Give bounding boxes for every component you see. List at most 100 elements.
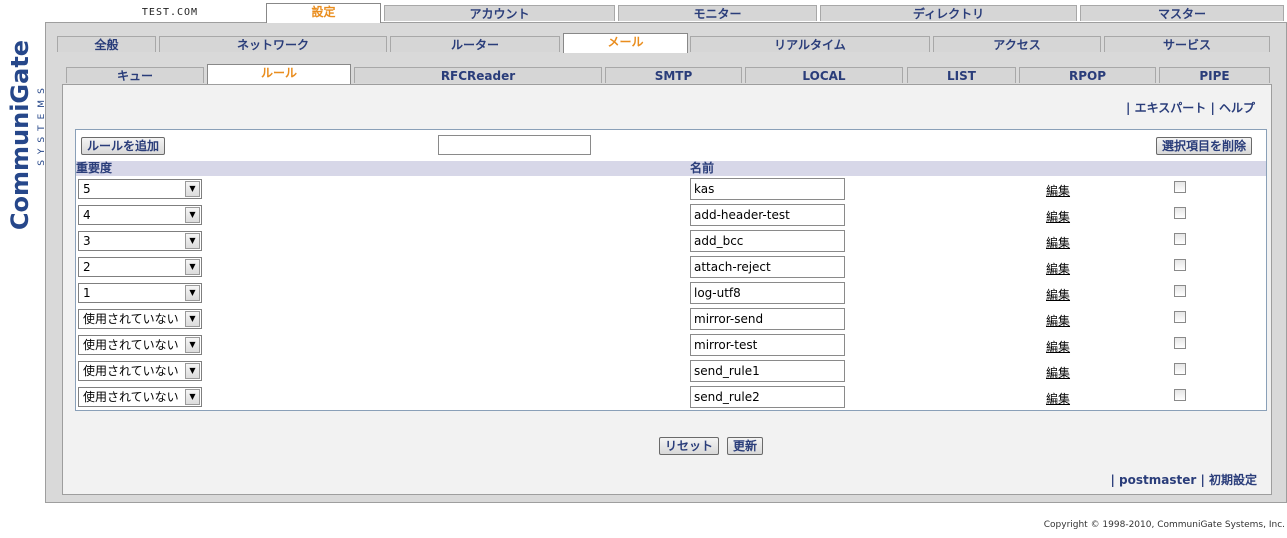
select-checkbox[interactable] xyxy=(1174,363,1186,375)
tab-rpop[interactable]: RPOP xyxy=(1019,67,1156,83)
tab-rules[interactable]: ルール xyxy=(207,64,351,84)
tab-mail[interactable]: メール xyxy=(563,33,688,53)
add-rule-button[interactable]: ルールを追加 xyxy=(81,137,166,155)
tab-smtp[interactable]: SMTP xyxy=(605,67,742,83)
tab-pipe[interactable]: PIPE xyxy=(1159,67,1270,83)
priority-select[interactable]: 1 ▼ xyxy=(78,283,202,303)
expert-link[interactable]: | エキスパート xyxy=(1126,101,1206,115)
edit-link[interactable]: 編集 xyxy=(1046,182,1070,199)
table-row: 使用されていない ▼ send_rule2 編集 xyxy=(76,384,1266,410)
rule-name-field[interactable]: mirror-test xyxy=(690,334,845,356)
priority-value: 3 xyxy=(83,234,91,248)
col-priority: 重要度 xyxy=(76,161,113,175)
rule-name-field[interactable]: send_rule1 xyxy=(690,360,845,382)
copyright-text: Copyright © 1998-2010, CommuniGate Syste… xyxy=(1043,520,1285,530)
tab-router[interactable]: ルーター xyxy=(390,36,560,52)
priority-value: 1 xyxy=(83,286,91,300)
tab-directory[interactable]: ディレクトリ xyxy=(820,5,1077,21)
rule-name-field[interactable]: kas xyxy=(690,178,845,200)
select-checkbox[interactable] xyxy=(1174,207,1186,219)
col-name: 名前 xyxy=(690,161,715,175)
priority-select[interactable]: 5 ▼ xyxy=(78,179,202,199)
tab-services[interactable]: サービス xyxy=(1104,36,1270,52)
edit-link[interactable]: 編集 xyxy=(1046,364,1070,381)
update-button[interactable]: 更新 xyxy=(727,437,764,455)
tab-monitor[interactable]: モニター xyxy=(618,5,817,21)
priority-select[interactable]: 使用されていない ▼ xyxy=(78,361,202,381)
tab-settings[interactable]: 設定 xyxy=(266,3,381,23)
rules-table: ルールを追加 選択項目を削除 重要度 名前 5 ▼ kas 編集 4 ▼ add-heade… xyxy=(75,129,1267,411)
delete-selected-button[interactable]: 選択項目を削除 xyxy=(1156,137,1253,155)
priority-select[interactable]: 3 ▼ xyxy=(78,231,202,251)
edit-link[interactable]: 編集 xyxy=(1046,260,1070,277)
communigate-logo: CommuniGate SYSTEMS xyxy=(0,20,47,250)
mail-tab-bar: キュー ルール RFCReader SMTP LOCAL LIST RPOP P… xyxy=(0,64,1287,84)
tab-queue[interactable]: キュー xyxy=(66,67,204,83)
priority-value: 5 xyxy=(83,182,91,196)
chevron-down-icon[interactable]: ▼ xyxy=(185,259,200,275)
rule-name-field[interactable]: add_bcc xyxy=(690,230,845,252)
priority-value: 使用されていない xyxy=(83,364,179,378)
priority-value: 2 xyxy=(83,260,91,274)
edit-link[interactable]: 編集 xyxy=(1046,390,1070,407)
help-link[interactable]: | ヘルプ xyxy=(1210,101,1255,115)
chevron-down-icon[interactable]: ▼ xyxy=(185,363,200,379)
rule-name-field[interactable]: send_rule2 xyxy=(690,386,845,408)
tab-general[interactable]: 全般 xyxy=(57,36,156,52)
priority-value: 使用されていない xyxy=(83,390,179,404)
priority-select[interactable]: 使用されていない ▼ xyxy=(78,309,202,329)
postmaster-link[interactable]: | postmaster xyxy=(1110,473,1196,487)
select-checkbox[interactable] xyxy=(1174,389,1186,401)
tab-local[interactable]: LOCAL xyxy=(745,67,903,83)
chevron-down-icon[interactable]: ▼ xyxy=(185,389,200,405)
select-checkbox[interactable] xyxy=(1174,337,1186,349)
rule-name-field[interactable]: mirror-send xyxy=(690,308,845,330)
rule-name-input[interactable] xyxy=(438,135,591,155)
select-checkbox[interactable] xyxy=(1174,259,1186,271)
chevron-down-icon[interactable]: ▼ xyxy=(185,311,200,327)
edit-link[interactable]: 編集 xyxy=(1046,312,1070,329)
priority-select[interactable]: 使用されていない ▼ xyxy=(78,335,202,355)
priority-value: 4 xyxy=(83,208,91,222)
tab-rfcreader[interactable]: RFCReader xyxy=(354,67,602,83)
priority-select[interactable]: 4 ▼ xyxy=(78,205,202,225)
edit-link[interactable]: 編集 xyxy=(1046,338,1070,355)
tab-account[interactable]: アカウント xyxy=(384,5,615,21)
edit-link[interactable]: 編集 xyxy=(1046,286,1070,303)
tab-list[interactable]: LIST xyxy=(907,67,1016,83)
priority-select[interactable]: 2 ▼ xyxy=(78,257,202,277)
select-checkbox[interactable] xyxy=(1174,181,1186,193)
initial-setup-link[interactable]: | 初期設定 xyxy=(1200,473,1257,487)
logo-brand: CommuniGate xyxy=(6,39,34,231)
table-row: 使用されていない ▼ send_rule1 編集 xyxy=(76,358,1266,384)
reset-button[interactable]: リセット xyxy=(659,437,720,455)
priority-select[interactable]: 使用されていない ▼ xyxy=(78,387,202,407)
chevron-down-icon[interactable]: ▼ xyxy=(185,337,200,353)
footer-links: | postmaster | 初期設定 xyxy=(1110,471,1257,488)
table-row: 4 ▼ add-header-test 編集 xyxy=(76,202,1266,228)
edit-link[interactable]: 編集 xyxy=(1046,208,1070,225)
help-links: | エキスパート | ヘルプ xyxy=(1126,99,1255,116)
table-row: 使用されていない ▼ mirror-test 編集 xyxy=(76,332,1266,358)
tab-master[interactable]: マスター xyxy=(1080,5,1284,21)
chevron-down-icon[interactable]: ▼ xyxy=(185,181,200,197)
edit-link[interactable]: 編集 xyxy=(1046,234,1070,251)
chevron-down-icon[interactable]: ▼ xyxy=(185,233,200,249)
select-checkbox[interactable] xyxy=(1174,233,1186,245)
table-header: 重要度 名前 xyxy=(76,161,1266,176)
select-checkbox[interactable] xyxy=(1174,285,1186,297)
chevron-down-icon[interactable]: ▼ xyxy=(185,285,200,301)
rules-panel: | エキスパート | ヘルプ ルールを追加 選択項目を削除 重要度 名前 5 ▼ k… xyxy=(62,84,1272,495)
table-row: 1 ▼ log-utf8 編集 xyxy=(76,280,1266,306)
priority-value: 使用されていない xyxy=(83,312,179,326)
table-row: 5 ▼ kas 編集 xyxy=(76,176,1266,202)
tab-access[interactable]: アクセス xyxy=(933,36,1101,52)
tab-realtime[interactable]: リアルタイム xyxy=(690,36,930,52)
tab-network[interactable]: ネットワーク xyxy=(159,36,387,52)
rule-name-field[interactable]: attach-reject xyxy=(690,256,845,278)
rule-name-field[interactable]: add-header-test xyxy=(690,204,845,226)
select-checkbox[interactable] xyxy=(1174,311,1186,323)
rule-name-field[interactable]: log-utf8 xyxy=(690,282,845,304)
table-row: 3 ▼ add_bcc 編集 xyxy=(76,228,1266,254)
chevron-down-icon[interactable]: ▼ xyxy=(185,207,200,223)
